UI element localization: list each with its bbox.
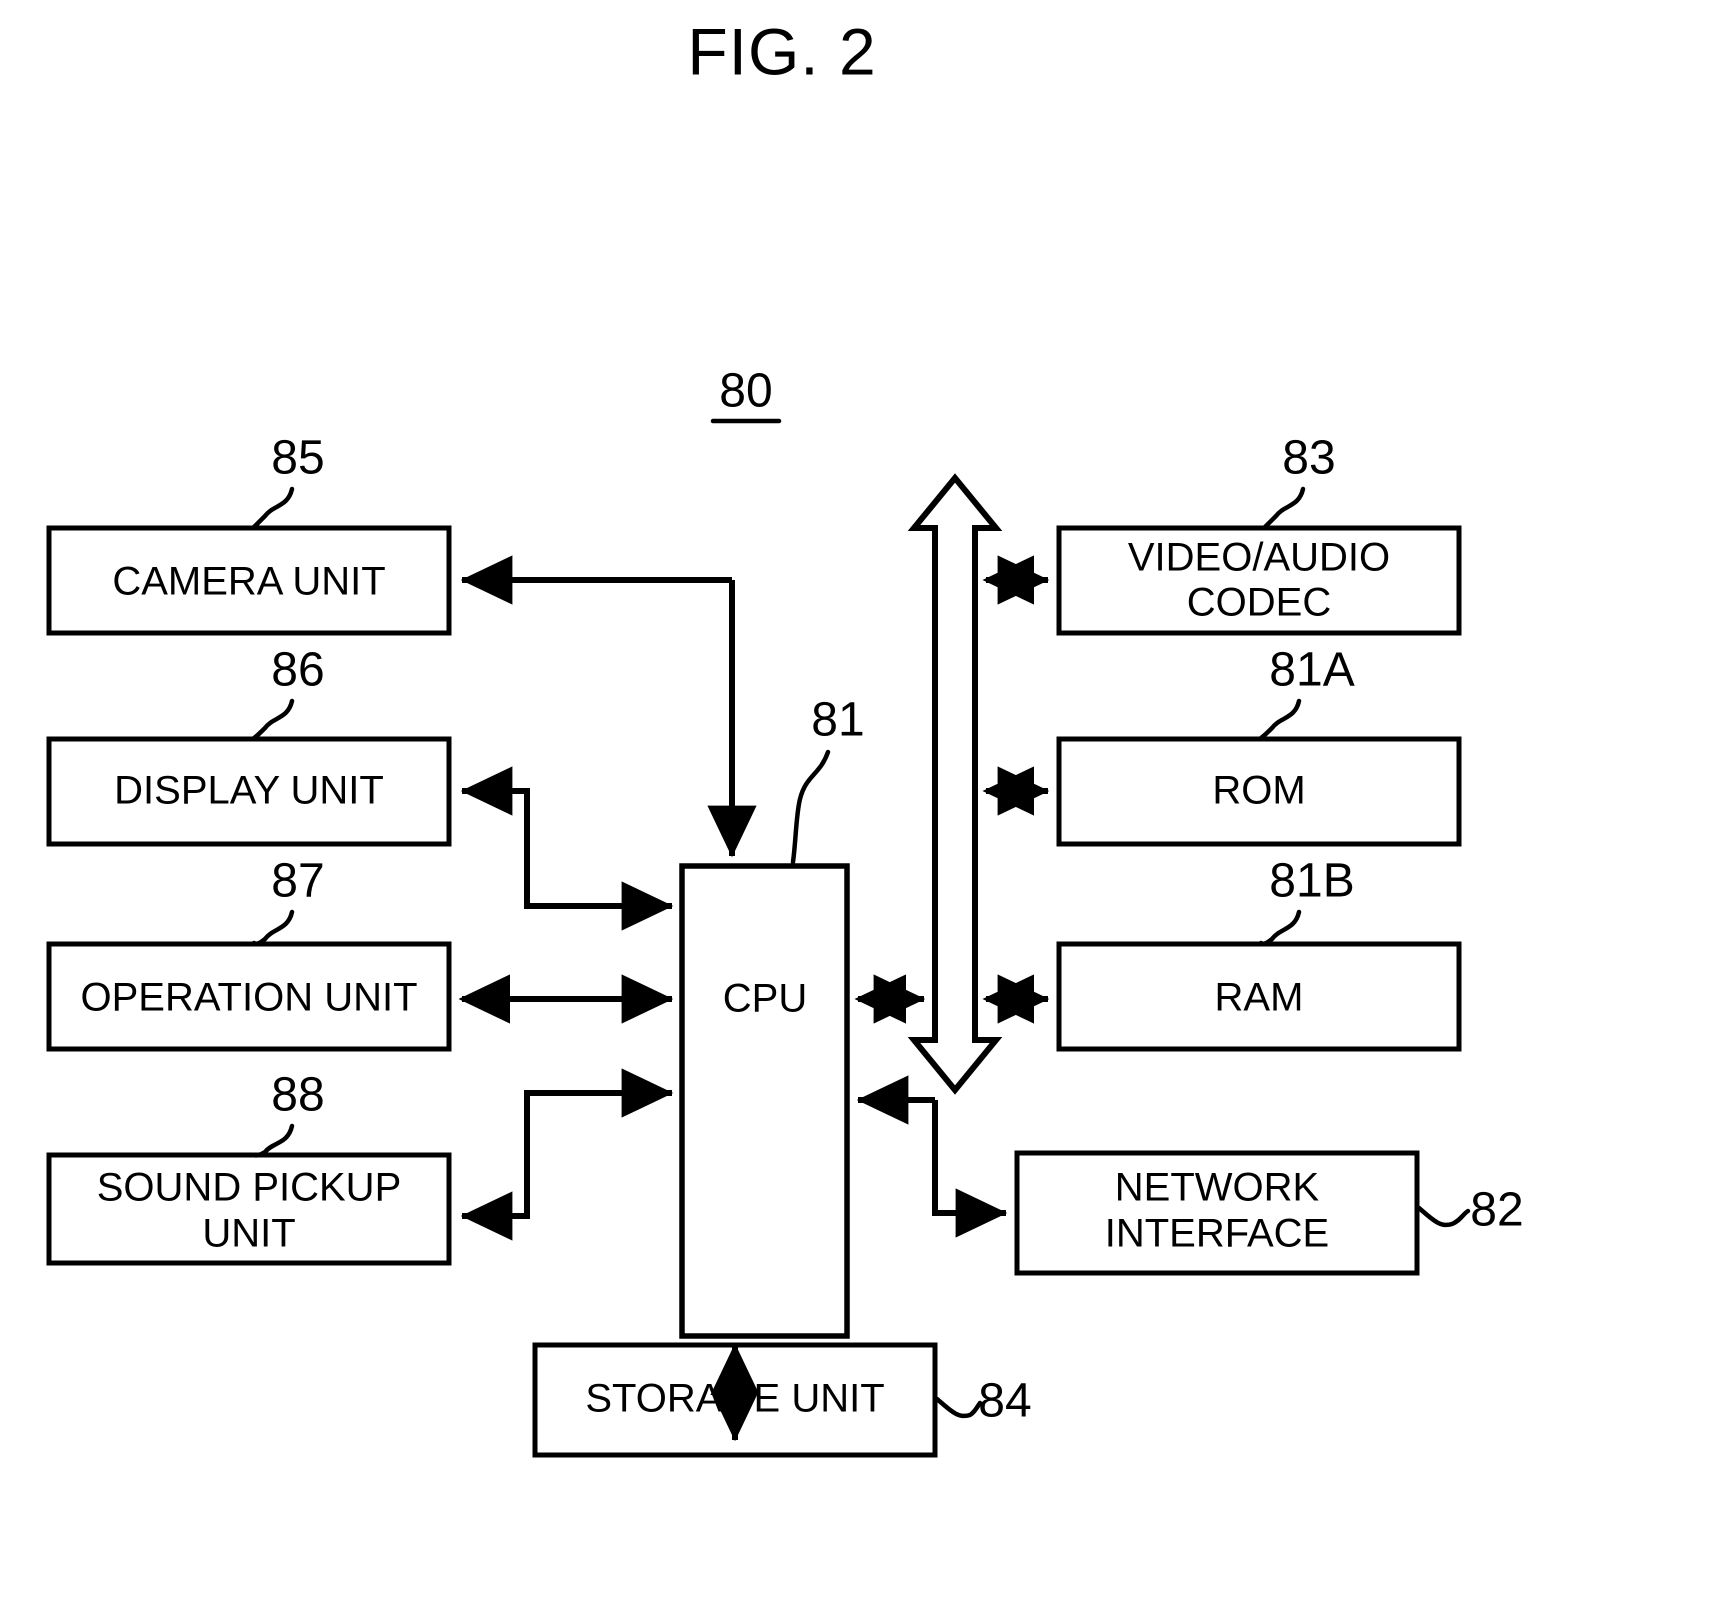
- display-unit-label: DISPLAY UNIT: [114, 769, 384, 813]
- network-interface-label-line1: NETWORK: [1115, 1166, 1320, 1210]
- ram-label: RAM: [1215, 976, 1304, 1020]
- connector-cpu-to-sound-pickup-unit: [460, 1090, 672, 1241]
- patent-figure: FIG. 2 80 CPU 81 CAMERA UNIT 85 DISPLAY …: [0, 0, 1730, 1614]
- camera-unit-ref-number: 85: [271, 432, 324, 485]
- sound-pickup-unit-label-line1: SOUND PICKUP: [97, 1166, 402, 1210]
- operation-unit-label: OPERATION UNIT: [80, 976, 417, 1020]
- sound-pickup-unit-ref-number: 88: [271, 1069, 324, 1122]
- ram-ref-number: 81B: [1269, 855, 1354, 908]
- camera-unit-label: CAMERA UNIT: [112, 560, 385, 604]
- block-diagram-canvas: FIG. 2 80 CPU 81 CAMERA UNIT 85 DISPLAY …: [46, 14, 1524, 1458]
- video-audio-codec-leader-line: [1262, 486, 1306, 530]
- cpu-ref-number: 81: [811, 694, 864, 747]
- display-unit-leader-line: [251, 698, 295, 741]
- camera-unit-leader-line: [251, 486, 295, 530]
- sound-pickup-unit-label-line2: UNIT: [202, 1212, 295, 1256]
- connector-cpu-to-network-interface: [932, 1100, 1008, 1238]
- figure-title: FIG. 2: [687, 14, 876, 88]
- cpu-block: [679, 863, 850, 1339]
- video-audio-codec-label-line1: VIDEO/AUDIO: [1128, 536, 1390, 580]
- rom-label: ROM: [1212, 769, 1305, 813]
- storage-unit-ref-number: 84: [978, 1375, 1031, 1428]
- network-interface-ref-number: 82: [1470, 1184, 1523, 1237]
- sound-pickup-unit-leader-line: [251, 1123, 295, 1158]
- cpu-leader-line: [790, 749, 831, 865]
- video-audio-codec-label-line2: CODEC: [1187, 581, 1331, 625]
- ram-leader-line: [1258, 909, 1302, 947]
- rom-ref-number: 81A: [1269, 644, 1354, 697]
- operation-unit-leader-line: [251, 909, 295, 947]
- display-unit-ref-number: 86: [271, 644, 324, 697]
- network-interface-leader-line: [1416, 1205, 1471, 1228]
- video-audio-codec-ref-number: 83: [1282, 432, 1335, 485]
- rom-leader-line: [1258, 698, 1302, 741]
- system-bus-arrow: [907, 473, 1003, 1095]
- network-interface-label-line2: INTERFACE: [1105, 1212, 1329, 1256]
- system-reference-number: 80: [719, 365, 772, 418]
- operation-unit-ref-number: 87: [271, 855, 324, 908]
- connector-cpu-to-display-unit: [460, 766, 672, 909]
- cpu-label: CPU: [723, 977, 807, 1021]
- storage-unit-leader-line: [934, 1396, 983, 1419]
